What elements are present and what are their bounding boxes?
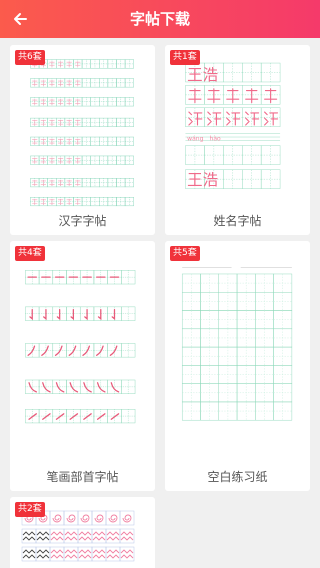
stroke-copybook-thumbnail — [25, 270, 136, 424]
card-label: 笔画部首字帖 — [46, 470, 119, 484]
card-stroke-radical-copybook[interactable]: 共4套 笔画部首字帖 — [10, 241, 155, 491]
blank-paper-thumbnail — [181, 267, 293, 421]
card-blank-practice-paper[interactable]: 共5套 空白练习纸 — [165, 241, 310, 491]
card-label: 姓名字帖 — [213, 214, 262, 228]
name-copybook-thumbnail: 王浩 王浩 wáng hào — [185, 62, 281, 189]
count-badge: 共4套 — [15, 246, 45, 261]
sample-name-repeat: 王浩 — [187, 171, 218, 189]
count-badge: 共2套 — [15, 502, 45, 517]
card-hanzi-copybook[interactable]: 共6套 汉字字帖 — [10, 45, 155, 235]
count-badge: 共5套 — [170, 246, 200, 261]
count-badge: 共6套 — [15, 50, 45, 65]
sample-pinyin-2: hào — [210, 134, 221, 142]
card-label: 汉字字帖 — [58, 214, 107, 228]
page-title: 字帖下载 — [129, 10, 190, 28]
sample-name: 王浩 — [187, 66, 218, 84]
sample-pinyin-1: wáng — [187, 134, 203, 142]
card-label: 空白练习纸 — [207, 470, 268, 484]
count-badge: 共1套 — [170, 50, 200, 65]
app-header: 字帖下载 — [0, 0, 320, 38]
hanzi-copybook-thumbnail — [30, 59, 134, 207]
card-name-copybook[interactable]: 共1套 王浩 王浩 wáng hào 姓名字帖 — [165, 45, 310, 235]
card-pattern-copybook[interactable]: 共2套 — [10, 497, 155, 568]
